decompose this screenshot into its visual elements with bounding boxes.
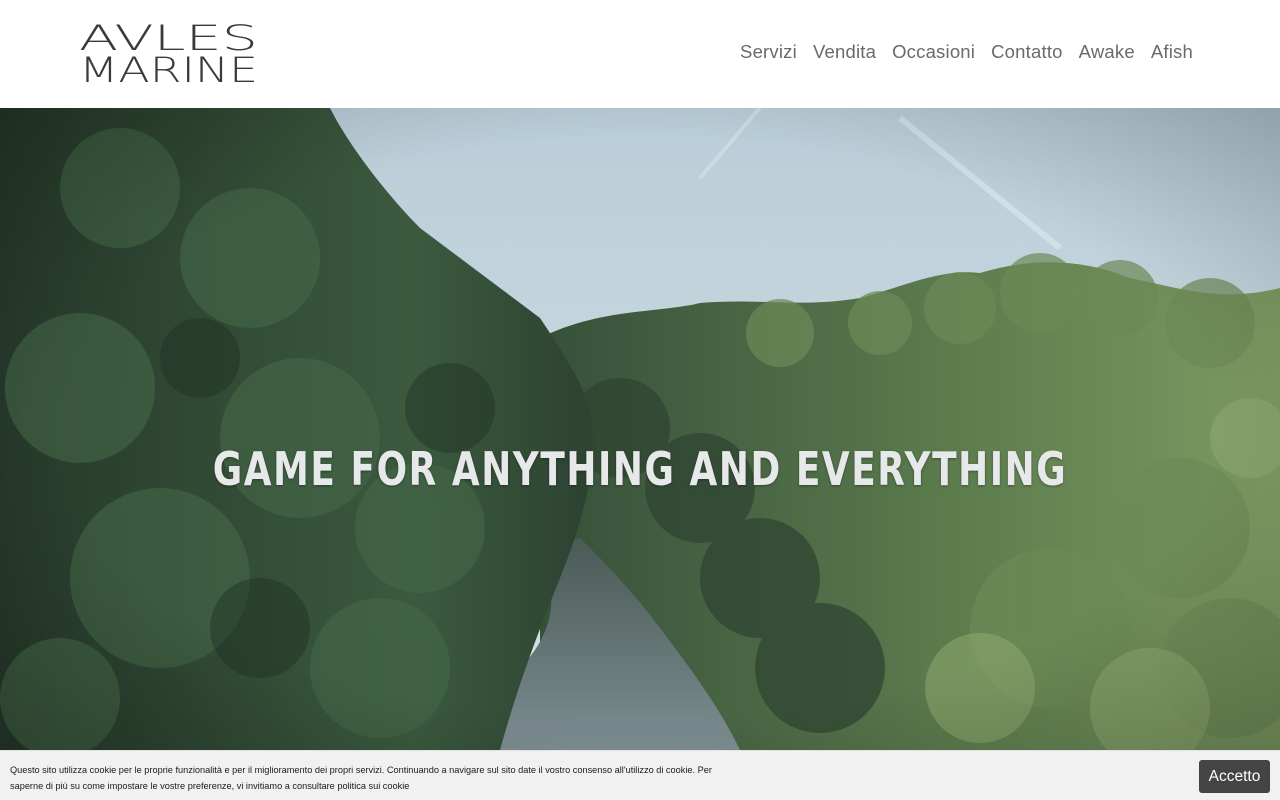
nav-afish[interactable]: Afish xyxy=(1151,41,1193,63)
site-logo[interactable]: AVLES MARINE xyxy=(79,22,260,84)
hero-forest-image xyxy=(0,108,1280,750)
cookie-policy-link[interactable]: politica sui cookie xyxy=(337,781,409,791)
logo-line-2: MARINE xyxy=(79,51,258,84)
main-nav: Servizi Vendita Occasioni Contatto Awake… xyxy=(740,41,1193,63)
cookie-text: Questo sito utilizza cookie per le propr… xyxy=(10,762,735,794)
hero-title: GAME FOR ANYTHING AND EVERYTHING xyxy=(212,442,1068,496)
nav-vendita[interactable]: Vendita xyxy=(813,41,876,63)
nav-occasioni[interactable]: Occasioni xyxy=(892,41,975,63)
cookie-banner: Questo sito utilizza cookie per le propr… xyxy=(0,750,1280,800)
hero-video[interactable]: GAME FOR ANYTHING AND EVERYTHING xyxy=(0,108,1280,750)
accept-cookies-button[interactable]: Accetto xyxy=(1199,760,1270,793)
nav-awake[interactable]: Awake xyxy=(1079,41,1135,63)
nav-contatto[interactable]: Contatto xyxy=(991,41,1063,63)
nav-servizi[interactable]: Servizi xyxy=(740,41,797,63)
site-header: AVLES MARINE Servizi Vendita Occasioni C… xyxy=(0,0,1280,108)
